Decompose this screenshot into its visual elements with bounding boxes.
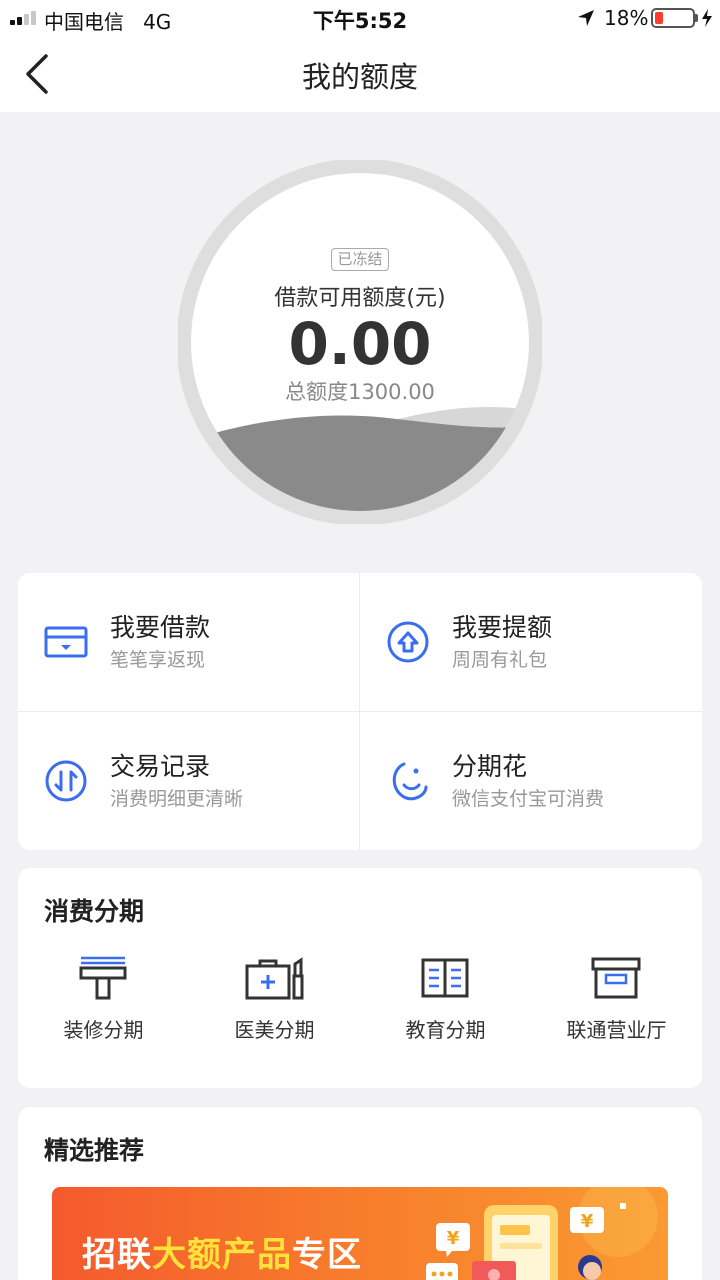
section-title: 消费分期 (44, 897, 145, 926)
cell-subtitle: 周周有礼包 (452, 649, 548, 671)
location-arrow-icon (578, 10, 594, 26)
featured-recommendations: 精选推荐 招联大额产品专区 ¥ ¥ (18, 1107, 702, 1280)
page-title: 我的额度 (301, 60, 418, 94)
arrow-up-house-icon (387, 621, 429, 663)
consumer-installments: 消费分期 装修分期 医美分期 教育分期 联通营业厅 (18, 868, 702, 1088)
installment-label: 装修分期 (63, 1018, 144, 1042)
education-installment[interactable]: 教育分期 (360, 948, 531, 1058)
status-bar: 中国电信 4G 下午5:52 18% (0, 0, 720, 36)
renovation-installment[interactable]: 装修分期 (18, 948, 189, 1058)
box-store-icon (591, 957, 641, 999)
cell-subtitle: 微信支付宝可消费 (452, 788, 605, 810)
section-title: 精选推荐 (44, 1136, 145, 1165)
moon-smile-icon (392, 762, 428, 801)
svg-text:¥: ¥ (581, 1211, 594, 1232)
paint-roller-icon (79, 956, 127, 1000)
available-credit-label: 借款可用额度(元) (274, 286, 446, 311)
feature-grid: 我要借款 笔笔享返现 我要提额 周周有礼包 交易记录 消费明细更清晰 分期花 微… (18, 573, 702, 850)
cell-title: 我要借款 (110, 613, 211, 642)
cell-title: 交易记录 (110, 752, 211, 781)
available-credit-value: 0.00 (288, 310, 432, 378)
book-icon (421, 958, 469, 998)
wallet-icon (44, 626, 88, 658)
exchange-icon (45, 760, 87, 802)
battery-icon (651, 8, 695, 28)
installment-label: 教育分期 (405, 1018, 486, 1042)
transaction-records-entry[interactable]: 交易记录 消费明细更清晰 (18, 712, 359, 850)
total-credit: 总额度1300.00 (285, 380, 435, 404)
phone-money-illustration: ¥ ¥ (426, 1187, 658, 1280)
medical-kit-icon (245, 957, 304, 1000)
cell-subtitle: 笔笔享返现 (110, 649, 206, 671)
unicom-store-installment[interactable]: 联通营业厅 (531, 948, 702, 1058)
cell-subtitle: 消费明细更清晰 (110, 788, 244, 810)
medical-beauty-installment[interactable]: 医美分期 (189, 948, 360, 1058)
banner-title: 招联大额产品专区 (82, 1235, 362, 1275)
raise-limit-entry[interactable]: 我要提额 周周有礼包 (360, 573, 701, 711)
svg-text:¥: ¥ (447, 1228, 460, 1249)
charging-bolt-icon (702, 9, 712, 27)
battery-percent: 18% (604, 6, 649, 30)
borrow-entry[interactable]: 我要借款 笔笔享返现 (18, 573, 359, 711)
installment-label: 医美分期 (234, 1018, 315, 1042)
cell-title: 我要提额 (452, 613, 553, 642)
cell-title: 分期花 (452, 752, 528, 781)
frozen-badge: 已冻结 (0, 248, 720, 271)
installment-flower-entry[interactable]: 分期花 微信支付宝可消费 (360, 712, 701, 850)
installment-label: 联通营业厅 (566, 1018, 667, 1042)
nav-bar: 我的额度 (0, 36, 720, 112)
promo-banner[interactable]: 招联大额产品专区 ¥ ¥ (52, 1187, 668, 1280)
